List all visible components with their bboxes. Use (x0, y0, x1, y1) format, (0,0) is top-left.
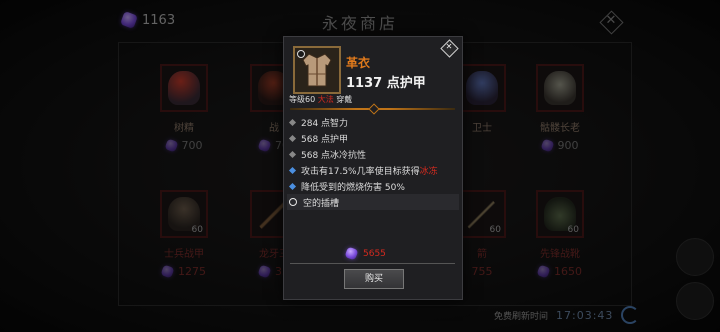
tooltip-requirements: 等级60 大法 穿戴 (289, 94, 352, 105)
stat-row: 284 点智力 (287, 114, 459, 130)
req-suffix: 穿戴 (336, 95, 353, 104)
buy-button[interactable]: 购买 (344, 269, 404, 289)
bullet-icon (288, 182, 297, 190)
item-icon-frame (293, 46, 341, 94)
tooltip-price: 5655 (344, 246, 386, 261)
stat-text: 284 点智力 (301, 118, 349, 129)
stat-row: 568 点冰冷抗性 (287, 146, 459, 162)
divider-diamond-icon (368, 103, 380, 115)
stat-effect: 冰冻 (419, 166, 438, 177)
item-tooltip: ✕ 革衣 1137 点护甲 等级60 大法 穿戴 284 点智力 568 点护甲… (283, 36, 463, 300)
stat-row-proc: 攻击有17.5%几率使目标获得 冰冻 (287, 162, 459, 178)
socket-indicator-icon (297, 50, 305, 58)
req-class: 大法 (317, 95, 334, 104)
req-level: 等级60 (289, 95, 316, 104)
tooltip-price-value: 5655 (363, 248, 386, 259)
stat-text: 568 点冰冷抗性 (301, 150, 367, 161)
bullet-icon (288, 118, 297, 126)
stat-text: 568 点护甲 (301, 134, 349, 145)
gem-icon (344, 246, 359, 261)
empty-socket-icon (289, 198, 297, 206)
tooltip-stat-list: 284 点智力 568 点护甲 568 点冰冷抗性 攻击有17.5%几率使目标获… (287, 114, 459, 210)
bullet-icon (288, 166, 297, 174)
socket-row: 空的插槽 (287, 194, 459, 210)
stat-row: 568 点护甲 (287, 130, 459, 146)
socket-text: 空的插槽 (303, 198, 340, 209)
close-icon: ✕ (445, 42, 453, 51)
tooltip-armor-value: 1137 点护甲 (346, 76, 426, 91)
stat-text: 攻击有17.5%几率使目标获得 (301, 166, 420, 177)
tooltip-close-button[interactable]: ✕ (440, 39, 459, 58)
stat-row-fire: 降低受到的燃烧伤害 50% (287, 178, 459, 194)
stat-text: 降低受到的燃烧伤害 50% (301, 182, 405, 193)
price-divider (290, 263, 455, 264)
bullet-icon (288, 150, 297, 158)
bullet-icon (288, 134, 297, 142)
tooltip-item-name: 革衣 (346, 56, 371, 70)
